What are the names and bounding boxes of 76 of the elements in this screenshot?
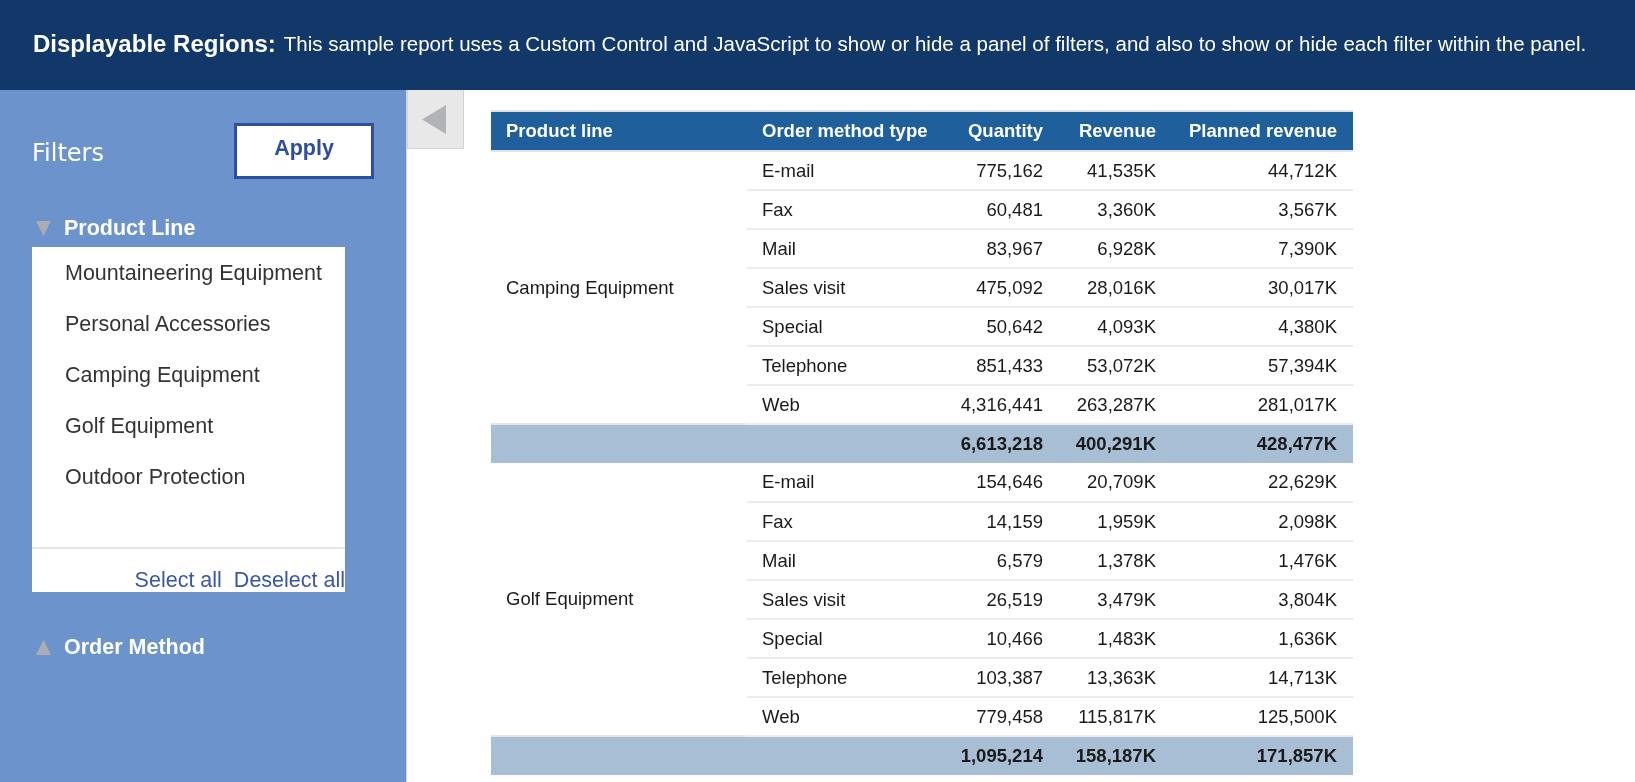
column-header: Order method type: [747, 111, 937, 151]
summary-cell: 158,187K: [1057, 736, 1170, 775]
summary-cell: 6,613,218: [937, 424, 1057, 463]
table-cell: 1,483K: [1057, 619, 1170, 658]
table-cell: Telephone: [747, 658, 937, 697]
summary-cell: 428,477K: [1170, 424, 1353, 463]
table-cell: Golf Equipment: [491, 463, 747, 736]
table-cell: 50,642: [937, 307, 1057, 346]
list-option[interactable]: Mountaineering Equipment: [32, 248, 345, 299]
table-cell: 4,380K: [1170, 307, 1353, 346]
table-cell: 28,016K: [1057, 268, 1170, 307]
table-cell: 44,712K: [1170, 151, 1353, 190]
table-cell: 13,363K: [1057, 658, 1170, 697]
table-cell: 6,928K: [1057, 229, 1170, 268]
caret-down-icon: [36, 220, 51, 236]
table-cell: 10,466: [937, 619, 1057, 658]
table-cell: 3,567K: [1170, 190, 1353, 229]
table-cell: 41,535K: [1057, 151, 1170, 190]
table-cell: 1,636K: [1170, 619, 1353, 658]
table-cell: Fax: [747, 190, 937, 229]
table-cell: 154,646: [937, 463, 1057, 502]
table-cell: 7,390K: [1170, 229, 1353, 268]
table-cell: 26,519: [937, 580, 1057, 619]
table-cell: 14,713K: [1170, 658, 1353, 697]
report-description: This sample report uses a Custom Control and JavaScript to show or hide a panel of filters, and also to show or hide each filter within the panel.: [283, 32, 1587, 56]
table-cell: 475,092: [937, 268, 1057, 307]
list-option[interactable]: Golf Equipment: [32, 401, 345, 452]
column-header: Revenue: [1057, 111, 1170, 151]
table-cell: 1,476K: [1170, 541, 1353, 580]
list-option[interactable]: Outdoor Protection: [32, 452, 345, 503]
collapse-panel-button[interactable]: [407, 90, 464, 149]
table-cell: 851,433: [937, 346, 1057, 385]
caret-up-icon: [36, 639, 51, 655]
report-title: Displayable Regions:: [33, 30, 276, 58]
table-cell: 3,804K: [1170, 580, 1353, 619]
column-header: Planned revenue: [1170, 111, 1353, 151]
table-cell: 6,579: [937, 541, 1057, 580]
table-cell: 2,098K: [1170, 502, 1353, 541]
table-cell: 22,629K: [1170, 463, 1353, 502]
summary-cell: 1,095,214: [937, 736, 1057, 775]
table-cell: 1,959K: [1057, 502, 1170, 541]
table-cell: Camping Equipment: [491, 151, 747, 424]
list-option[interactable]: Personal Accessories: [32, 299, 345, 350]
table-cell: 775,162: [937, 151, 1057, 190]
list-option[interactable]: Camping Equipment: [32, 350, 345, 401]
caret-left-icon: [421, 104, 446, 134]
table-cell: 20,709K: [1057, 463, 1170, 502]
table-cell: 30,017K: [1170, 268, 1353, 307]
table-cell: Mail: [747, 541, 937, 580]
table-cell: E-mail: [747, 463, 937, 502]
table-cell: 3,479K: [1057, 580, 1170, 619]
table-cell: Telephone: [747, 346, 937, 385]
table-cell: Sales visit: [747, 268, 937, 307]
table-cell: Sales visit: [747, 580, 937, 619]
table-cell: Fax: [747, 502, 937, 541]
table-cell: 1,378K: [1057, 541, 1170, 580]
column-header: Product line: [491, 111, 747, 151]
footer-link[interactable]: Select all: [134, 567, 222, 592]
table-cell: Mail: [747, 229, 937, 268]
filters-title: Filters: [32, 139, 104, 167]
table-cell: Special: [747, 619, 937, 658]
table-cell: 3,360K: [1057, 190, 1170, 229]
column-header: Quantity: [937, 111, 1057, 151]
table-cell: 60,481: [937, 190, 1057, 229]
table-cell: 4,093K: [1057, 307, 1170, 346]
table-cell: 14,159: [937, 502, 1057, 541]
apply-button[interactable]: Apply: [234, 123, 374, 179]
summary-cell: 171,857K: [1170, 736, 1353, 775]
table-cell: 103,387: [937, 658, 1057, 697]
footer-link[interactable]: Deselect all: [233, 567, 345, 592]
table-cell: 53,072K: [1057, 346, 1170, 385]
table-cell: E-mail: [747, 151, 937, 190]
summary-cell: 400,291K: [1057, 424, 1170, 463]
table-cell: 57,394K: [1170, 346, 1353, 385]
table-cell: Special: [747, 307, 937, 346]
table-cell: 83,967: [937, 229, 1057, 268]
